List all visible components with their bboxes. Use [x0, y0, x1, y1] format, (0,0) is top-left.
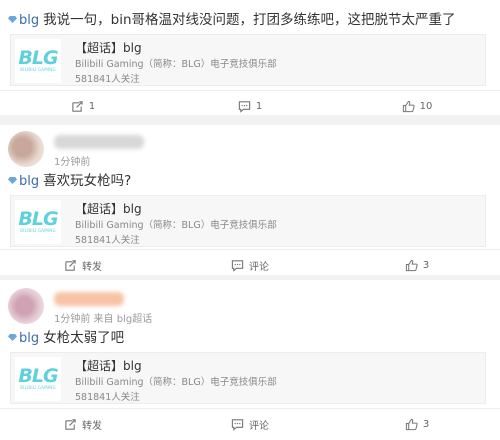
username-blurred[interactable]: [54, 292, 124, 306]
supertopic-card[interactable]: BLG BILIBILI GAMING 【超话】blg Bilibili Gam…: [10, 352, 486, 404]
comment-button[interactable]: 评论: [167, 250, 333, 280]
comment-icon: [231, 259, 244, 272]
card-description: Bilibili Gaming（简称：BLG）电子竞技俱乐部: [75, 377, 277, 388]
diamond-icon: [8, 177, 17, 184]
like-button[interactable]: 3: [334, 250, 500, 280]
topic-tag[interactable]: blg: [8, 174, 39, 189]
action-bar: 转发 评论 3: [0, 408, 500, 438]
repost-icon: [72, 100, 83, 112]
post-3: 1分钟前 来自 blg超话 blg 女枪太弱了吧 BLG BILIBILI GAM…: [0, 280, 500, 440]
comment-icon: [238, 100, 250, 113]
supertopic-card[interactable]: BLG BILIBILI GAMING 【超话】blg Bilibili Gam…: [10, 34, 486, 86]
comment-button[interactable]: 1: [167, 91, 333, 121]
action-bar: 转发 评论 3: [0, 249, 500, 279]
card-followers: 581841人关注: [75, 392, 140, 403]
comment-button[interactable]: 评论: [167, 409, 333, 439]
avatar[interactable]: [8, 288, 44, 324]
topic-tag[interactable]: blg: [8, 13, 39, 28]
repost-button[interactable]: 1: [0, 91, 166, 121]
card-title: 【超话】blg: [75, 359, 142, 373]
action-bar: 1 1 10: [0, 90, 500, 120]
post-time-source: 1分钟前 来自 blg超话: [54, 314, 153, 325]
diamond-icon: [8, 334, 17, 341]
post-text: blg 喜欢玩女枪吗?: [8, 169, 131, 189]
blg-logo: BLG BILIBILI GAMING: [15, 200, 61, 244]
thumbs-up-icon: [405, 418, 418, 430]
post-time: 1分钟前: [54, 157, 91, 168]
repost-icon: [65, 418, 76, 430]
repost-button[interactable]: 转发: [0, 250, 166, 280]
post-text: blg 我说一句，bin哥格温对线没问题，打团多练练吧，这把脱节太严重了: [8, 8, 456, 28]
repost-icon: [65, 259, 76, 271]
card-description: Bilibili Gaming（简称：BLG）电子竞技俱乐部: [75, 220, 277, 231]
post-1: blg 我说一句，bin哥格温对线没问题，打团多练练吧，这把脱节太严重了 BLG …: [0, 0, 500, 115]
topic-tag[interactable]: blg: [8, 331, 39, 346]
comment-icon: [231, 418, 244, 431]
post-header: 1分钟前: [8, 131, 308, 171]
avatar[interactable]: [8, 131, 44, 167]
card-followers: 581841人关注: [75, 235, 140, 246]
username-blurred[interactable]: [54, 135, 144, 149]
like-button[interactable]: 10: [334, 91, 500, 121]
card-title: 【超话】blg: [75, 202, 142, 216]
card-followers: 581841人关注: [75, 74, 140, 85]
diamond-icon: [8, 16, 17, 23]
post-text: blg 女枪太弱了吧: [8, 326, 124, 346]
post-2: 1分钟前 blg 喜欢玩女枪吗? BLG BILIBILI GAMING 【超话】…: [0, 125, 500, 275]
supertopic-card[interactable]: BLG BILIBILI GAMING 【超话】blg Bilibili Gam…: [10, 195, 486, 247]
thumbs-up-icon: [402, 100, 415, 112]
blg-logo: BLG BILIBILI GAMING: [15, 39, 61, 83]
repost-button[interactable]: 转发: [0, 409, 166, 439]
post-header: 1分钟前 来自 blg超话: [8, 288, 308, 328]
blg-logo: BLG BILIBILI GAMING: [15, 357, 61, 401]
card-description: Bilibili Gaming（简称：BLG）电子竞技俱乐部: [75, 59, 277, 70]
like-button[interactable]: 3: [334, 409, 500, 439]
thumbs-up-icon: [405, 259, 418, 271]
card-title: 【超话】blg: [75, 41, 142, 55]
